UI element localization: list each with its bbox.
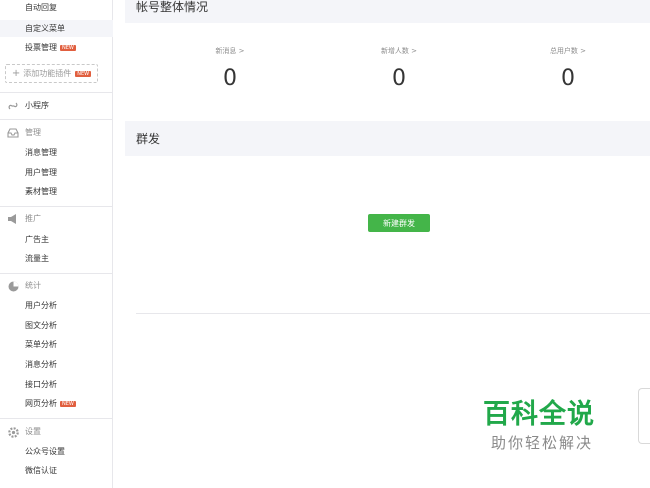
new-badge: NEW	[60, 401, 76, 407]
sidebar-item-account-settings[interactable]: 公众号设置	[25, 447, 65, 457]
overview-header: 帐号整体情况	[125, 0, 650, 23]
pie-chart-icon	[7, 281, 19, 291]
overview-title: 帐号整体情况	[136, 0, 209, 14]
new-badge: NEW	[60, 45, 76, 51]
new-badge: NEW	[75, 70, 92, 77]
sidebar-category-stats: 统计	[7, 281, 41, 291]
stat-total-users[interactable]: 总用户数 > 0	[518, 46, 618, 91]
sidebar-divider	[0, 418, 113, 419]
sidebar-item-article-analysis[interactable]: 图文分析	[25, 321, 57, 331]
sidebar: 自动回复 自定义菜单 投票管理 NEW + 添加功能插件 NEW 小程序 管理 消…	[0, 0, 113, 488]
sidebar-divider	[0, 273, 113, 274]
sidebar-item-users[interactable]: 用户管理	[25, 168, 57, 178]
sidebar-category-manage: 管理	[7, 128, 41, 138]
sidebar-divider	[0, 206, 113, 207]
chevron-right-icon: >	[580, 47, 587, 55]
watermark-subtitle: 助你轻松解决	[491, 434, 594, 452]
stat-value: 0	[561, 66, 575, 91]
sidebar-item-vote[interactable]: 投票管理 NEW	[25, 43, 76, 53]
sidebar-item-custom-menu[interactable]: 自定义菜单	[25, 24, 65, 34]
watermark: 百科全说 助你轻松解决	[483, 400, 595, 453]
sidebar-category-settings: 设置	[7, 426, 41, 438]
sidebar-item-materials[interactable]: 素材管理	[25, 187, 57, 197]
sidebar-item-api-analysis[interactable]: 接口分析	[25, 380, 57, 390]
add-plugin-button[interactable]: + 添加功能插件 NEW	[5, 64, 98, 83]
sidebar-item-advertiser[interactable]: 广告主	[25, 235, 49, 245]
link-icon	[7, 101, 19, 111]
sidebar-item-user-analysis[interactable]: 用户分析	[25, 301, 57, 311]
megaphone-icon	[7, 214, 19, 224]
gear-icon	[7, 426, 19, 438]
chevron-right-icon: >	[238, 47, 245, 55]
broadcast-title: 群发	[136, 132, 161, 146]
sidebar-item-mini-program[interactable]: 小程序	[7, 101, 49, 111]
watermark-title: 百科全说	[483, 399, 595, 430]
sidebar-item-menu-analysis[interactable]: 菜单分析	[25, 340, 57, 350]
stat-new-followers[interactable]: 新增人数 > 0	[349, 46, 449, 91]
sidebar-item-wechat-verify[interactable]: 微信认证	[25, 466, 57, 476]
sidebar-category-promote: 推广	[7, 214, 41, 224]
stat-label: 新增人数 >	[380, 47, 418, 55]
inbox-icon	[7, 128, 19, 138]
sidebar-divider	[0, 92, 113, 93]
new-broadcast-button[interactable]: 新建群发	[368, 214, 430, 232]
sidebar-item-publisher[interactable]: 流量主	[25, 254, 49, 264]
sidebar-item-message-analysis[interactable]: 消息分析	[25, 360, 57, 370]
stat-label: 总用户数 >	[549, 47, 587, 55]
plus-icon: +	[11, 68, 21, 79]
sidebar-item-auto-reply[interactable]: 自动回复	[25, 3, 57, 13]
broadcast-header: 群发	[125, 121, 650, 156]
stat-label: 新消息 >	[215, 47, 245, 55]
stat-value: 0	[392, 66, 406, 91]
sidebar-item-web-analysis[interactable]: 网页分析 NEW	[25, 399, 76, 409]
floating-side-widget[interactable]	[638, 388, 650, 444]
chevron-right-icon: >	[411, 47, 418, 55]
stat-value: 0	[223, 66, 237, 91]
stat-new-messages[interactable]: 新消息 > 0	[180, 46, 280, 91]
sidebar-divider	[0, 119, 113, 120]
content-divider	[136, 313, 650, 314]
sidebar-item-messages[interactable]: 消息管理	[25, 148, 57, 158]
